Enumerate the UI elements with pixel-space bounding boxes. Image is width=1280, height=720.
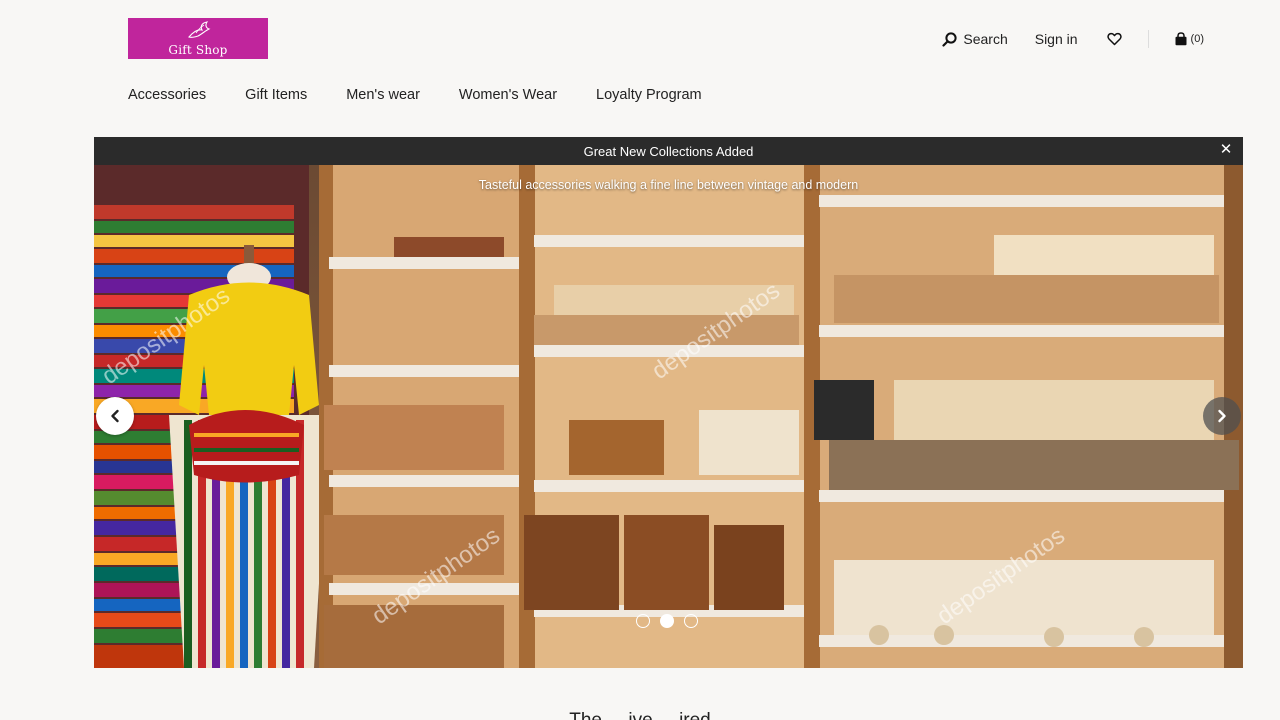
bird-logo-icon xyxy=(188,21,211,38)
carousel-prev-button[interactable] xyxy=(96,397,134,435)
heart-icon xyxy=(1106,32,1122,46)
wishlist-button[interactable] xyxy=(1106,32,1122,46)
nav-item-accessories[interactable]: Accessories xyxy=(128,87,206,103)
announcement-bar: Great New Collections Added ✕ xyxy=(94,137,1243,165)
search-label: Search xyxy=(963,31,1008,47)
wooden-shelves xyxy=(319,165,1243,668)
cart-count: (0) xyxy=(1190,33,1204,45)
nav-item-gift-items[interactable]: Gift Items xyxy=(245,87,307,103)
search-button[interactable]: Search xyxy=(942,31,1008,47)
shop-shelves-illustration: depositphotos depositphotos depositphoto… xyxy=(94,165,1243,668)
carousel-next-button[interactable] xyxy=(1203,397,1241,435)
header-actions: Search Sign in (0) xyxy=(942,28,1204,50)
announcement-text: Great New Collections Added xyxy=(583,143,754,159)
chevron-right-icon xyxy=(1218,409,1226,423)
carousel-dot-1[interactable] xyxy=(636,614,650,628)
site-logo[interactable]: Gift Shop xyxy=(128,18,268,59)
close-icon[interactable]: ✕ xyxy=(1219,142,1233,157)
header-divider xyxy=(1147,30,1149,48)
nav-item-mens-wear[interactable]: Men's wear xyxy=(346,87,420,103)
cart-button[interactable]: (0) xyxy=(1174,32,1204,46)
carousel-dots xyxy=(636,614,698,628)
search-icon xyxy=(942,31,957,47)
main-nav: Accessories Gift Items Men's wear Women'… xyxy=(128,87,741,103)
hero-image: depositphotos depositphotos depositphoto… xyxy=(94,165,1243,668)
hero-caption: Tasteful accessories walking a fine line… xyxy=(478,178,859,192)
logo-text: Gift Shop xyxy=(168,43,228,57)
nav-item-womens-wear[interactable]: Women's Wear xyxy=(459,87,557,103)
hero-banner: Great New Collections Added ✕ depositpho… xyxy=(94,137,1243,668)
chevron-left-icon xyxy=(111,409,119,423)
section-heading: The ... ive ... ired xyxy=(0,710,1280,720)
shopping-bag-icon xyxy=(1175,32,1187,46)
nav-item-loyalty-program[interactable]: Loyalty Program xyxy=(596,87,702,103)
carousel-dot-3[interactable] xyxy=(684,614,698,628)
carousel-dot-2[interactable] xyxy=(660,614,674,628)
signin-link[interactable]: Sign in xyxy=(1035,31,1078,47)
